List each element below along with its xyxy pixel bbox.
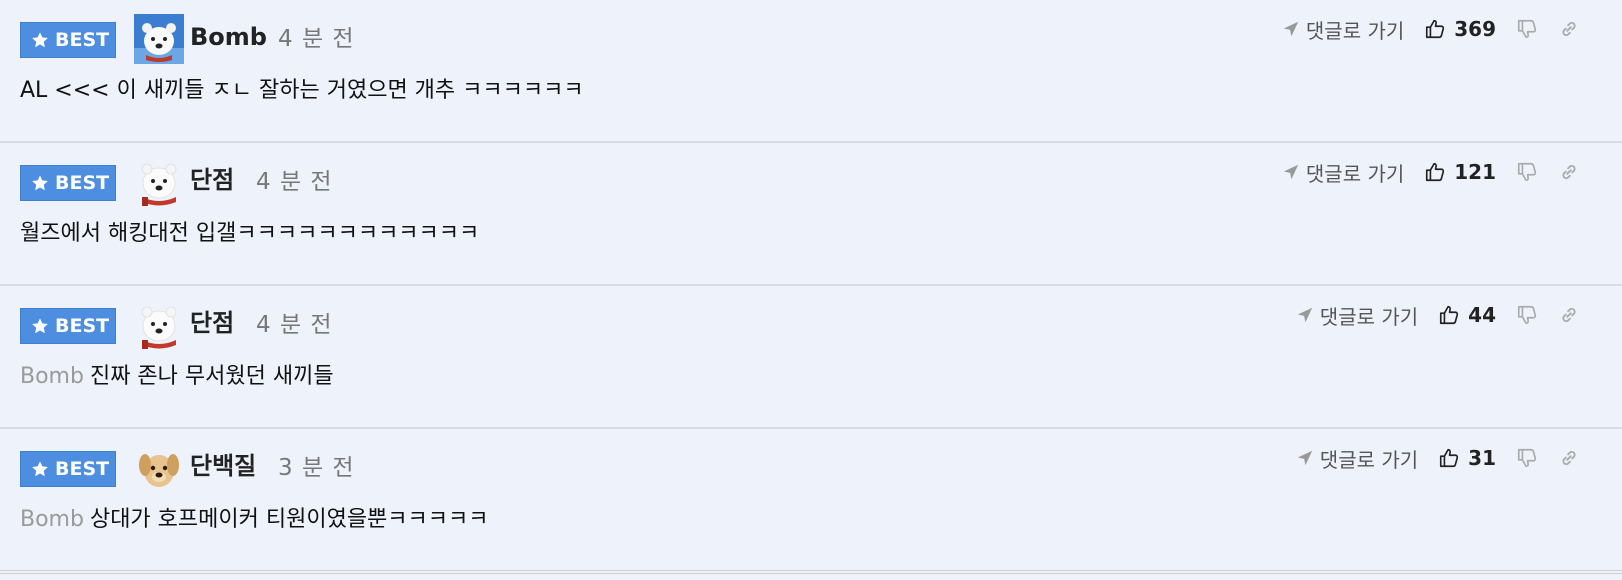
goto-comment-label: 댓글로 가기	[1319, 304, 1419, 329]
best-badge: BEST	[20, 22, 116, 58]
comment-time: 4 분 전	[278, 26, 355, 52]
thumbs-up-icon	[1426, 162, 1445, 182]
best-badge: BEST	[20, 451, 116, 487]
comment-actions: 댓글로 가기 369	[1282, 14, 1580, 44]
dislike-button[interactable]	[1516, 18, 1538, 40]
best-label: BEST	[55, 172, 110, 194]
comment-time: 4 분 전	[256, 169, 333, 195]
thumbs-up-icon	[1440, 448, 1459, 468]
like-button[interactable]: 121	[1424, 160, 1496, 184]
author-name[interactable]: Bomb	[190, 22, 267, 52]
avatar-polar-bear-scarf[interactable]	[134, 300, 184, 350]
best-label: BEST	[55, 29, 110, 51]
author-name[interactable]: 단점	[190, 308, 234, 338]
thumbs-down-icon	[1517, 305, 1537, 325]
best-badge: BEST	[20, 308, 116, 344]
comment-time: 3 분 전	[278, 455, 355, 481]
comment-text: 월즈에서 해킹대전 입갤ㅋㅋㅋㅋㅋㅋㅋㅋㅋㅋㅋㅋ	[20, 219, 479, 249]
best-label: BEST	[55, 458, 110, 480]
star-icon	[32, 461, 48, 477]
comment-time: 4 분 전	[256, 312, 333, 338]
comment-actions: 댓글로 가기 31	[1296, 443, 1580, 473]
location-arrow-icon	[1297, 450, 1312, 466]
share-link-button[interactable]	[1558, 304, 1580, 326]
share-link-button[interactable]	[1558, 161, 1580, 183]
avatar-polar-bear-scarf[interactable]	[134, 157, 184, 207]
dislike-button[interactable]	[1516, 304, 1538, 326]
author-name[interactable]: 단점	[190, 165, 234, 195]
comment-text: Bomb 상대가 호프메이커 티원이였을뿐ㅋㅋㅋㅋㅋ	[20, 505, 489, 535]
thumbs-down-icon	[1517, 162, 1537, 182]
comment-text: Bomb 진짜 존나 무서웠던 새끼들	[20, 362, 334, 392]
like-button[interactable]: 369	[1424, 17, 1496, 41]
comment-item: BEST 단점 4 분 전 월즈에서 해킹대전 입갤ㅋㅋㅋㅋㅋㅋㅋㅋㅋㅋㅋㅋ 댓…	[0, 143, 1622, 286]
goto-comment-button[interactable]: 댓글로 가기	[1282, 158, 1404, 187]
comment-item: BEST 단점 4 분 전 Bomb 진짜 존나 무서웠던 새끼들 댓글로 가기 …	[0, 286, 1622, 429]
thumbs-up-icon	[1426, 19, 1445, 39]
goto-comment-button[interactable]: 댓글로 가기	[1296, 301, 1418, 330]
author-name[interactable]: 단백질	[190, 451, 256, 481]
goto-comment-label: 댓글로 가기	[1319, 447, 1419, 472]
star-icon	[32, 318, 48, 334]
comment-body: 상대가 호프메이커 티원이였을뿐ㅋㅋㅋㅋㅋ	[89, 507, 489, 532]
comment-actions: 댓글로 가기 44	[1296, 300, 1580, 330]
star-icon	[32, 32, 48, 48]
goto-comment-label: 댓글로 가기	[1305, 18, 1405, 43]
goto-comment-label: 댓글로 가기	[1305, 161, 1405, 186]
best-label: BEST	[55, 315, 110, 337]
like-count: 369	[1454, 17, 1496, 41]
location-arrow-icon	[1283, 164, 1299, 180]
comment-item: BEST 단백질 3 분 전 Bomb 상대가 호프메이커 티원이였을뿐ㅋㅋㅋㅋㅋ…	[0, 429, 1622, 574]
avatar-puppy[interactable]	[134, 443, 184, 493]
link-icon	[1562, 450, 1576, 466]
like-button[interactable]: 31	[1438, 446, 1496, 470]
thumbs-down-icon	[1517, 448, 1537, 468]
mention-tag[interactable]: Bomb	[20, 507, 84, 532]
location-arrow-icon	[1283, 21, 1299, 37]
link-icon	[1562, 307, 1576, 323]
avatar-polar-bear[interactable]	[134, 14, 184, 64]
like-count: 31	[1468, 446, 1496, 470]
mention-tag[interactable]: Bomb	[20, 364, 84, 389]
goto-comment-button[interactable]: 댓글로 가기	[1296, 444, 1418, 473]
share-link-button[interactable]	[1558, 447, 1580, 469]
comment-body: 월즈에서 해킹대전 입갤ㅋㅋㅋㅋㅋㅋㅋㅋㅋㅋㅋㅋ	[20, 221, 480, 246]
location-arrow-icon	[1297, 307, 1312, 323]
like-button[interactable]: 44	[1438, 303, 1496, 327]
thumbs-down-icon	[1517, 19, 1537, 39]
comment-body: AL <<< 이 새끼들 ㅈㄴ 잘하는 거였으면 개추 ㅋㅋㅋㅋㅋㅋ	[20, 78, 584, 103]
link-icon	[1562, 21, 1576, 37]
goto-comment-button[interactable]: 댓글로 가기	[1282, 15, 1404, 44]
link-icon	[1562, 164, 1576, 180]
comment-text: AL <<< 이 새끼들 ㅈㄴ 잘하는 거였으면 개추 ㅋㅋㅋㅋㅋㅋ	[20, 76, 584, 106]
dislike-button[interactable]	[1516, 161, 1538, 183]
best-badge: BEST	[20, 165, 116, 201]
thumbs-up-icon	[1440, 305, 1459, 325]
comment-item: BEST Bomb 4 분 전 AL <<< 이 새끼들 ㅈㄴ 잘하는 거였으면…	[0, 0, 1622, 143]
comment-body: 진짜 존나 무서웠던 새끼들	[89, 364, 334, 389]
dislike-button[interactable]	[1516, 447, 1538, 469]
share-link-button[interactable]	[1558, 18, 1580, 40]
like-count: 121	[1454, 160, 1496, 184]
star-icon	[32, 175, 48, 191]
comment-list: BEST Bomb 4 분 전 AL <<< 이 새끼들 ㅈㄴ 잘하는 거였으면…	[0, 0, 1622, 574]
comment-actions: 댓글로 가기 121	[1282, 157, 1580, 187]
like-count: 44	[1468, 303, 1496, 327]
